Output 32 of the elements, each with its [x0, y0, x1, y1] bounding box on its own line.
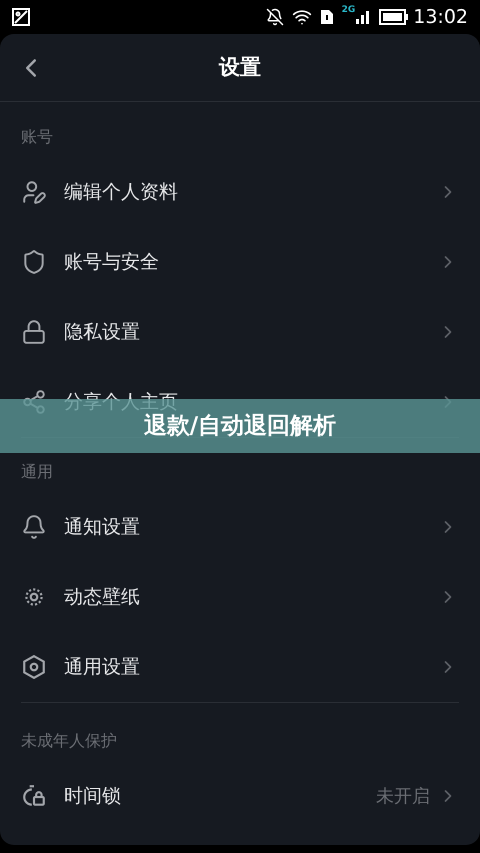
settings-row[interactable]: 通知设置 [0, 492, 480, 562]
settings-row[interactable]: 账号与安全 [0, 227, 480, 297]
signal-icon [355, 9, 372, 25]
row-label: 通知设置 [64, 514, 141, 540]
section-title: 账号 [21, 127, 53, 146]
sim-card-icon [320, 9, 334, 25]
network-type: 2G [342, 4, 356, 17]
row-label: 编辑个人资料 [64, 180, 179, 205]
row-label: 时间锁 [64, 784, 122, 809]
bell-icon [21, 514, 47, 540]
row-label: 动态壁纸 [64, 584, 141, 610]
settings-row[interactable]: 动态壁纸 [0, 562, 480, 632]
lock-icon [21, 319, 47, 345]
clock: 13:02 [413, 4, 468, 30]
timer-lock-icon [21, 783, 47, 809]
settings-row[interactable]: 时间锁 未开启 [0, 761, 480, 831]
settings-row[interactable]: 通用设置 [0, 632, 480, 702]
image-icon [12, 8, 30, 26]
page-title: 设置 [219, 54, 261, 81]
section-title: 未成年人保护 [21, 731, 117, 750]
settings-row[interactable]: 编辑个人资料 [0, 157, 480, 227]
user-edit-icon [21, 179, 47, 205]
section-title: 通用 [21, 462, 53, 481]
row-label: 通用设置 [64, 654, 141, 680]
battery-icon [379, 9, 410, 25]
hexagon-icon [21, 654, 47, 680]
row-value: 未开启 [376, 784, 430, 808]
row-label: 隐私设置 [64, 320, 141, 345]
banner-text: 退款/自动退回解析 [144, 412, 336, 441]
row-label: 账号与安全 [64, 250, 160, 275]
settings-row[interactable]: 隐私设置 [0, 297, 480, 367]
mute-icon [266, 8, 284, 26]
